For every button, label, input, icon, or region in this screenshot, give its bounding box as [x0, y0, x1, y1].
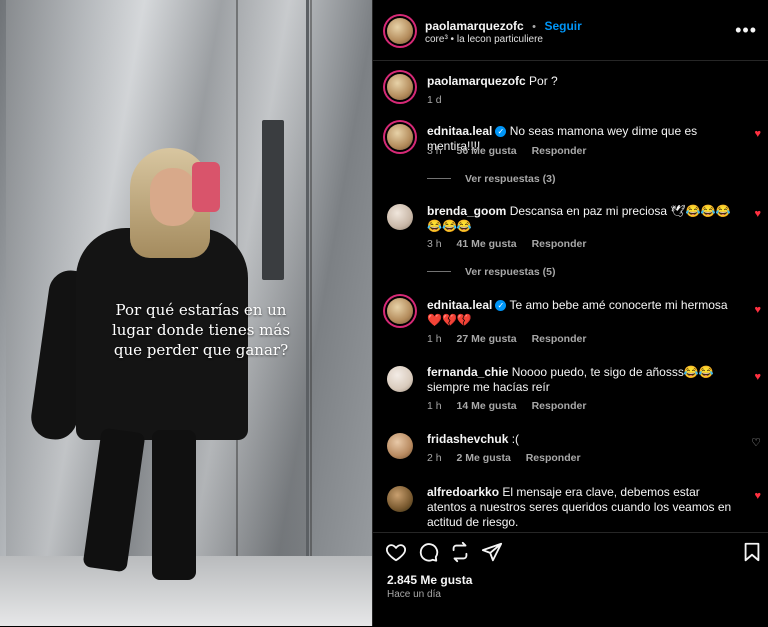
phone-icon	[192, 162, 220, 212]
reply-button[interactable]: Responder	[532, 238, 587, 250]
like-heart-icon[interactable]	[385, 541, 407, 563]
header-username[interactable]: paolamarquezofc	[425, 19, 524, 33]
comment-time: 1 h	[427, 400, 442, 412]
reply-button[interactable]: Responder	[526, 452, 581, 464]
post-time: Hace un día	[387, 589, 441, 600]
like-heart-icon[interactable]: ♡	[751, 436, 761, 449]
verified-icon: ✓	[495, 126, 507, 137]
caption-text: Por ?	[529, 74, 558, 88]
like-heart-icon[interactable]: ♥	[754, 304, 761, 316]
avatar[interactable]	[387, 433, 413, 459]
post-media[interactable]: Por qué estarías en un lugar donde tiene…	[0, 0, 372, 626]
comment-text: :(	[511, 432, 520, 446]
share-icon[interactable]	[481, 541, 503, 563]
verified-icon: ✓	[495, 300, 507, 311]
bookmark-icon[interactable]	[741, 541, 763, 563]
comment-likes[interactable]: 2 Me gusta	[457, 452, 511, 464]
reply-button[interactable]: Responder	[532, 333, 587, 345]
reply-button[interactable]: Responder	[532, 400, 587, 412]
comment-time: 3 h	[427, 145, 442, 157]
avatar[interactable]	[387, 298, 413, 324]
post-overlay-text: Por qué estarías en un lugar donde tiene…	[111, 301, 291, 359]
comment-username[interactable]: brenda_goom	[427, 204, 506, 218]
comment-time: 1 h	[427, 333, 442, 345]
comment-likes[interactable]: 56 Me gusta	[457, 145, 517, 157]
like-heart-icon[interactable]: ♥	[754, 490, 761, 502]
separator-dot: •	[532, 21, 537, 33]
comment-icon[interactable]	[417, 541, 439, 563]
likes-count[interactable]: 2.845 Me gusta	[387, 573, 472, 587]
caption-username[interactable]: paolamarquezofc	[427, 74, 526, 88]
repost-icon[interactable]	[449, 541, 471, 563]
comment-username[interactable]: alfredoarkko	[427, 485, 499, 499]
caption-time: 1 d	[427, 94, 442, 106]
comment-likes[interactable]: 41 Me gusta	[457, 238, 517, 250]
follow-button[interactable]: Seguir	[544, 19, 581, 33]
avatar[interactable]	[387, 486, 413, 512]
comment-likes[interactable]: 27 Me gusta	[457, 333, 517, 345]
comment-likes[interactable]: 14 Me gusta	[457, 400, 517, 412]
avatar[interactable]	[387, 74, 413, 100]
comment-username[interactable]: fridashevchuk	[427, 432, 508, 446]
comment-username[interactable]: ednitaa.leal	[427, 298, 492, 312]
avatar[interactable]	[387, 124, 413, 150]
comment-username[interactable]: fernanda_chie	[427, 365, 508, 379]
elevator-button-panel	[262, 120, 284, 280]
like-heart-icon[interactable]: ♥	[754, 371, 761, 383]
elevator-door-seam	[310, 0, 312, 626]
comments-panel: paolamarquezofc • Seguir core³ • la leco…	[372, 0, 768, 626]
like-heart-icon[interactable]: ♥	[754, 128, 761, 140]
avatar[interactable]	[387, 204, 413, 230]
post-header: paolamarquezofc • Seguir core³ • la leco…	[373, 0, 768, 61]
view-replies-button[interactable]: Ver respuestas (3)	[427, 173, 555, 185]
avatar[interactable]	[387, 366, 413, 392]
view-replies-button[interactable]: Ver respuestas (5)	[427, 266, 555, 278]
avatar[interactable]	[387, 18, 413, 44]
more-options-icon[interactable]: •••	[735, 20, 757, 41]
reply-button[interactable]: Responder	[532, 145, 587, 157]
comment-time: 3 h	[427, 238, 442, 250]
post-footer: 2.845 Me gusta Hace un día	[373, 532, 768, 627]
like-heart-icon[interactable]: ♥	[754, 208, 761, 220]
audio-info[interactable]: core³ • la lecon particuliere	[425, 34, 543, 45]
comment-time: 2 h	[427, 452, 442, 464]
comment-username[interactable]: ednitaa.leal	[427, 124, 492, 138]
